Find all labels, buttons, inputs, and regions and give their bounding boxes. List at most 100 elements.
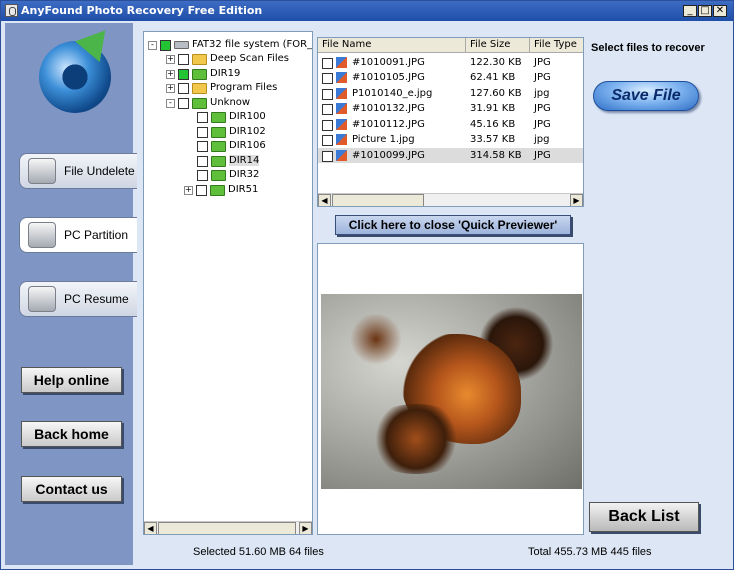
file-type: JPG [534, 72, 551, 83]
tree-label: DIR102 [229, 126, 266, 137]
maximize-button[interactable]: □ [698, 5, 712, 17]
scroll-thumb[interactable] [158, 522, 296, 534]
file-type: JPG [534, 119, 551, 130]
expand-icon[interactable]: + [166, 54, 175, 64]
select-files-hint: Select files to recover [591, 42, 705, 54]
file-checkbox[interactable] [322, 89, 333, 100]
scroll-thumb[interactable] [332, 194, 424, 206]
close-previewer-button[interactable]: Click here to close 'Quick Previewer' [335, 215, 571, 235]
expand-icon[interactable]: + [166, 69, 175, 79]
image-file-icon [336, 72, 347, 83]
expand-icon[interactable]: + [184, 185, 193, 195]
help-online-button[interactable]: Help online [21, 367, 122, 393]
tree-checkbox[interactable] [178, 82, 189, 94]
file-row[interactable]: #1010132.JPG 31.91 KB JPG [318, 101, 583, 116]
tree-checkbox[interactable] [197, 169, 208, 181]
tree-horizontal-scrollbar[interactable]: ◀ ▶ [144, 521, 312, 534]
tree-item[interactable]: - Unknow [166, 96, 250, 110]
file-name: #1010132.JPG [352, 103, 425, 114]
app-icon [5, 4, 18, 17]
hard-drive-icon [28, 222, 56, 248]
file-list[interactable]: File Name File Size File Type #1010091.J… [317, 37, 584, 207]
back-list-button[interactable]: Back List [589, 502, 699, 532]
file-row-selected[interactable]: #1010099.JPG 314.58 KB JPG [318, 148, 583, 163]
tree-checkbox[interactable] [196, 184, 207, 196]
file-checkbox[interactable] [322, 104, 333, 115]
file-size: 45.16 KB [470, 119, 516, 130]
expand-icon[interactable]: + [166, 83, 175, 93]
close-button[interactable]: ✕ [713, 5, 727, 17]
file-row[interactable]: Picture 1.jpg 33.57 KB jpg [318, 132, 583, 147]
tab-label: PC Partition [64, 228, 129, 242]
file-size: 314.58 KB [470, 150, 522, 161]
file-checkbox[interactable] [322, 58, 333, 69]
folder-icon [211, 111, 226, 123]
file-row[interactable]: #1010091.JPG 122.30 KB JPG [318, 55, 583, 70]
tree-item-selected[interactable]: DIR14 [197, 154, 260, 168]
tree-item[interactable]: DIR102 [197, 125, 266, 139]
scroll-right-icon[interactable]: ▶ [570, 194, 583, 206]
file-name: #1010091.JPG [352, 57, 425, 68]
column-file-name[interactable]: File Name [318, 38, 466, 52]
scroll-left-icon[interactable]: ◀ [144, 522, 157, 534]
file-type: JPG [534, 57, 551, 68]
tree-label: Deep Scan Files [210, 53, 289, 64]
tree-checkbox[interactable] [197, 126, 208, 138]
tree-label: Program Files [210, 82, 278, 93]
tree-item[interactable]: DIR100 [197, 110, 266, 124]
title-bar[interactable]: AnyFound Photo Recovery Free Edition _ □… [1, 1, 733, 21]
file-row[interactable]: P1010140_e.jpg 127.60 KB jpg [318, 86, 583, 101]
tree-label: DIR32 [229, 169, 260, 180]
file-size: 62.41 KB [470, 72, 516, 83]
file-checkbox[interactable] [322, 135, 333, 146]
total-status: Total 455.73 MB 445 files [528, 546, 652, 558]
file-checkbox[interactable] [322, 73, 333, 84]
file-size: 31.91 KB [470, 103, 516, 114]
minimize-button[interactable]: _ [683, 5, 697, 17]
tree-item[interactable]: + DIR51 [184, 183, 258, 197]
tree-checkbox[interactable] [197, 111, 208, 123]
tree-item[interactable]: + Program Files [166, 81, 277, 95]
column-file-size[interactable]: File Size [466, 38, 530, 52]
image-file-icon [336, 134, 347, 145]
tree-item[interactable]: + DIR19 [166, 67, 240, 81]
collapse-icon[interactable]: - [148, 40, 157, 50]
tree-checkbox[interactable] [160, 39, 171, 51]
scroll-left-icon[interactable]: ◀ [318, 194, 331, 206]
selected-status: Selected 51.60 MB 64 files [193, 546, 324, 558]
image-file-icon [336, 57, 347, 68]
file-row[interactable]: #1010112.JPG 45.16 KB JPG [318, 117, 583, 132]
file-row[interactable]: #1010105.JPG 62.41 KB JPG [318, 70, 583, 85]
tree-item[interactable]: DIR32 [197, 168, 259, 182]
tree-label: DIR51 [228, 184, 259, 195]
file-checkbox[interactable] [322, 120, 333, 131]
image-file-icon [336, 119, 347, 130]
tree-item[interactable]: + Deep Scan Files [166, 52, 289, 66]
back-home-button[interactable]: Back home [21, 421, 122, 447]
image-file-icon [336, 103, 347, 114]
tree-root[interactable]: - FAT32 file system (FOR_LI [148, 38, 312, 52]
collapse-icon[interactable]: - [166, 98, 175, 108]
scroll-right-icon[interactable]: ▶ [299, 522, 312, 534]
tab-pc-resume[interactable]: PC Resume [19, 281, 137, 317]
tree-item[interactable]: DIR106 [197, 139, 266, 153]
file-size: 127.60 KB [470, 88, 522, 99]
contact-us-button[interactable]: Contact us [21, 476, 122, 502]
app-window: AnyFound Photo Recovery Free Edition _ □… [0, 0, 734, 570]
save-file-button[interactable]: Save File [593, 81, 699, 111]
tree-checkbox[interactable] [197, 140, 208, 152]
folder-tree[interactable]: - FAT32 file system (FOR_LI + Deep Scan Fi… [143, 31, 313, 535]
tree-checkbox[interactable] [178, 97, 189, 109]
tree-checkbox[interactable] [197, 155, 208, 167]
tree-checkbox[interactable] [178, 53, 189, 65]
tab-label: File Undelete [64, 164, 135, 178]
file-list-horizontal-scrollbar[interactable]: ◀ ▶ [318, 193, 583, 206]
preview-image-texture [361, 404, 471, 474]
file-size: 122.30 KB [470, 57, 522, 68]
tab-pc-partition[interactable]: PC Partition [19, 217, 137, 253]
folder-icon [192, 53, 207, 65]
column-file-type[interactable]: File Type [530, 38, 583, 52]
tree-checkbox[interactable] [178, 68, 189, 80]
file-checkbox[interactable] [322, 151, 333, 162]
tab-file-undelete[interactable]: File Undelete [19, 153, 137, 189]
